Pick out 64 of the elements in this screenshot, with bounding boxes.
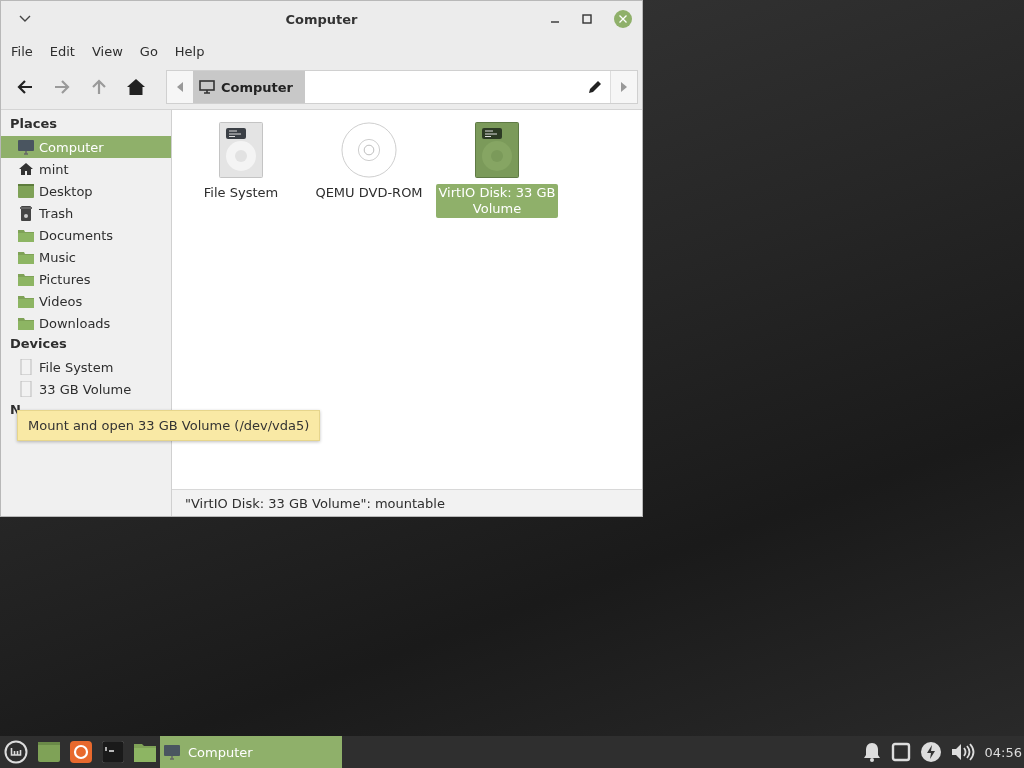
sidebar-label: Desktop — [39, 183, 93, 199]
drive-icon — [18, 381, 34, 397]
browser-icon[interactable] — [70, 741, 92, 763]
monitor-icon — [18, 139, 34, 155]
section-heading: Places — [10, 116, 58, 133]
desktop-icon — [18, 183, 34, 199]
folder-icon — [18, 271, 34, 287]
terminal-icon[interactable] — [102, 741, 124, 763]
folder-icon[interactable] — [134, 742, 156, 762]
pencil-icon[interactable] — [588, 80, 602, 94]
chevron-down-icon[interactable] — [19, 15, 31, 23]
home-icon[interactable] — [126, 77, 146, 97]
sidebar-label: 33 GB Volume — [39, 381, 132, 397]
sidebar-label: Music — [39, 249, 76, 265]
clock[interactable]: 04:56 — [984, 744, 1022, 760]
sidebar-label: Pictures — [39, 271, 91, 287]
sidebar-label: Documents — [39, 227, 114, 243]
window-title: Computer — [284, 11, 359, 27]
menu-item[interactable]: File — [11, 43, 33, 59]
tooltip: Mount and open 33 GB Volume (/dev/vda5) — [17, 410, 321, 441]
path-crumb[interactable]: Computer — [193, 71, 306, 103]
home-icon — [18, 161, 34, 177]
maximize-icon[interactable] — [582, 14, 592, 24]
menu-item[interactable]: Go — [139, 43, 158, 59]
sidebar-item[interactable]: Music — [1, 246, 171, 268]
sidebar-item[interactable]: Downloads — [1, 312, 171, 334]
menu-item[interactable]: Edit — [49, 43, 75, 59]
menu-item[interactable]: Help — [174, 43, 205, 59]
drive-item[interactable]: QEMU DVD-ROM — [308, 122, 430, 202]
sidebar-item[interactable]: mint — [1, 158, 171, 180]
trash-icon — [18, 205, 34, 221]
monitor-icon — [199, 80, 215, 94]
sidebar-item[interactable]: Desktop — [1, 180, 171, 202]
folder-icon — [18, 293, 34, 309]
section-heading: Devices — [10, 336, 67, 353]
sidebar-label: Videos — [39, 293, 83, 309]
monitor-icon — [164, 744, 180, 760]
drive-icon — [18, 359, 34, 375]
volume-icon[interactable] — [950, 742, 975, 762]
menu-item[interactable]: View — [91, 43, 123, 59]
sidebar-label: Computer — [39, 139, 104, 155]
lightning-bolt-icon[interactable] — [920, 742, 941, 762]
bell-icon[interactable] — [862, 742, 881, 762]
left-arrow-icon[interactable] — [177, 82, 183, 92]
folder-icon — [18, 315, 34, 331]
sidebar-item[interactable]: Videos — [1, 290, 171, 312]
sidebar-item[interactable]: File System — [1, 356, 171, 378]
status-bar: "VirtIO Disk: 33 GB Volume": mountable — [172, 489, 642, 516]
menu-icon[interactable] — [4, 740, 28, 764]
folder-icon — [18, 227, 34, 243]
drive-label: File System — [202, 184, 280, 202]
sidebar-item[interactable]: Pictures — [1, 268, 171, 290]
drive-label: VirtIO Disk: 33 GB Volume — [436, 184, 558, 218]
sidebar-label: Trash — [39, 205, 74, 221]
drive-item[interactable]: File System — [180, 122, 302, 202]
sidebar-item[interactable]: 33 GB Volume — [1, 378, 171, 400]
sidebar-label: Downloads — [39, 315, 111, 331]
right-arrow-icon[interactable] — [621, 82, 627, 92]
folder-icon — [18, 249, 34, 265]
sidebar-item[interactable]: Documents — [1, 224, 171, 246]
sidebar-label: File System — [39, 359, 114, 375]
sidebar-label: mint — [39, 161, 69, 177]
drive-label: QEMU DVD-ROM — [314, 184, 424, 202]
sidebar-item[interactable]: Trash — [1, 202, 171, 224]
